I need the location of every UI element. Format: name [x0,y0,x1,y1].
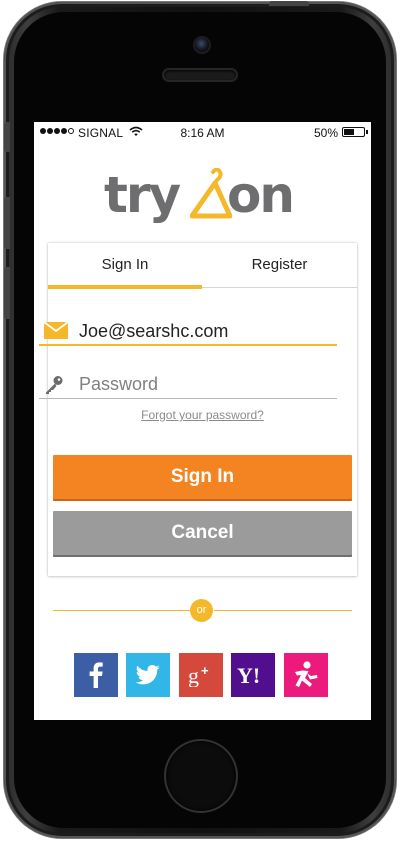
cancel-button[interactable]: Cancel [53,511,352,555]
logo-text-try: try [104,166,181,224]
battery-percent: 50% [313,126,338,140]
password-field [39,371,337,399]
auth-tabs: Sign In Register [48,243,357,289]
active-tab-indicator [48,285,202,289]
forgot-password-link[interactable]: Forgot your password? [34,408,371,422]
envelope-icon [44,322,68,339]
divider-line-left [53,610,190,611]
sign-in-button[interactable]: Sign In [53,455,352,499]
home-button[interactable] [166,741,236,811]
tab-register[interactable]: Register [202,243,357,288]
facebook-icon [89,662,103,688]
volume-up-button [4,197,10,249]
logo-text-on: on [227,166,295,224]
yahoo-icon: Y! [237,663,260,687]
front-camera [195,38,209,52]
runner-icon [295,661,318,687]
svg-text:Y!: Y! [237,663,260,687]
tab-sign-in[interactable]: Sign In [48,243,202,288]
svg-text:g: g [188,663,199,687]
battery-icon [342,127,368,137]
svg-text:+: + [201,663,209,678]
password-input[interactable] [79,371,329,397]
twitter-icon [136,665,160,685]
volume-down-button [4,267,10,319]
runner-login-button[interactable] [284,653,328,697]
key-icon [46,376,63,394]
power-button [269,1,309,6]
twitter-login-button[interactable] [126,653,170,697]
yahoo-login-button[interactable]: Y! [231,653,275,697]
mute-switch [4,122,10,152]
app-screen: SIGNAL 8:16 AM 50% try on Sign In Regist… [34,122,371,720]
facebook-login-button[interactable] [74,653,118,697]
google-plus-login-button[interactable]: g + [179,653,223,697]
email-field [39,318,337,346]
hanger-icon [190,168,232,219]
earpiece-speaker [164,70,236,80]
email-input[interactable] [79,318,329,344]
tryon-logo: try on [104,160,304,230]
divider-line-right [214,610,352,611]
status-bar: SIGNAL 8:16 AM 50% [34,122,371,142]
google-plus-icon: g + [188,663,209,687]
or-divider-badge: or [190,599,213,622]
